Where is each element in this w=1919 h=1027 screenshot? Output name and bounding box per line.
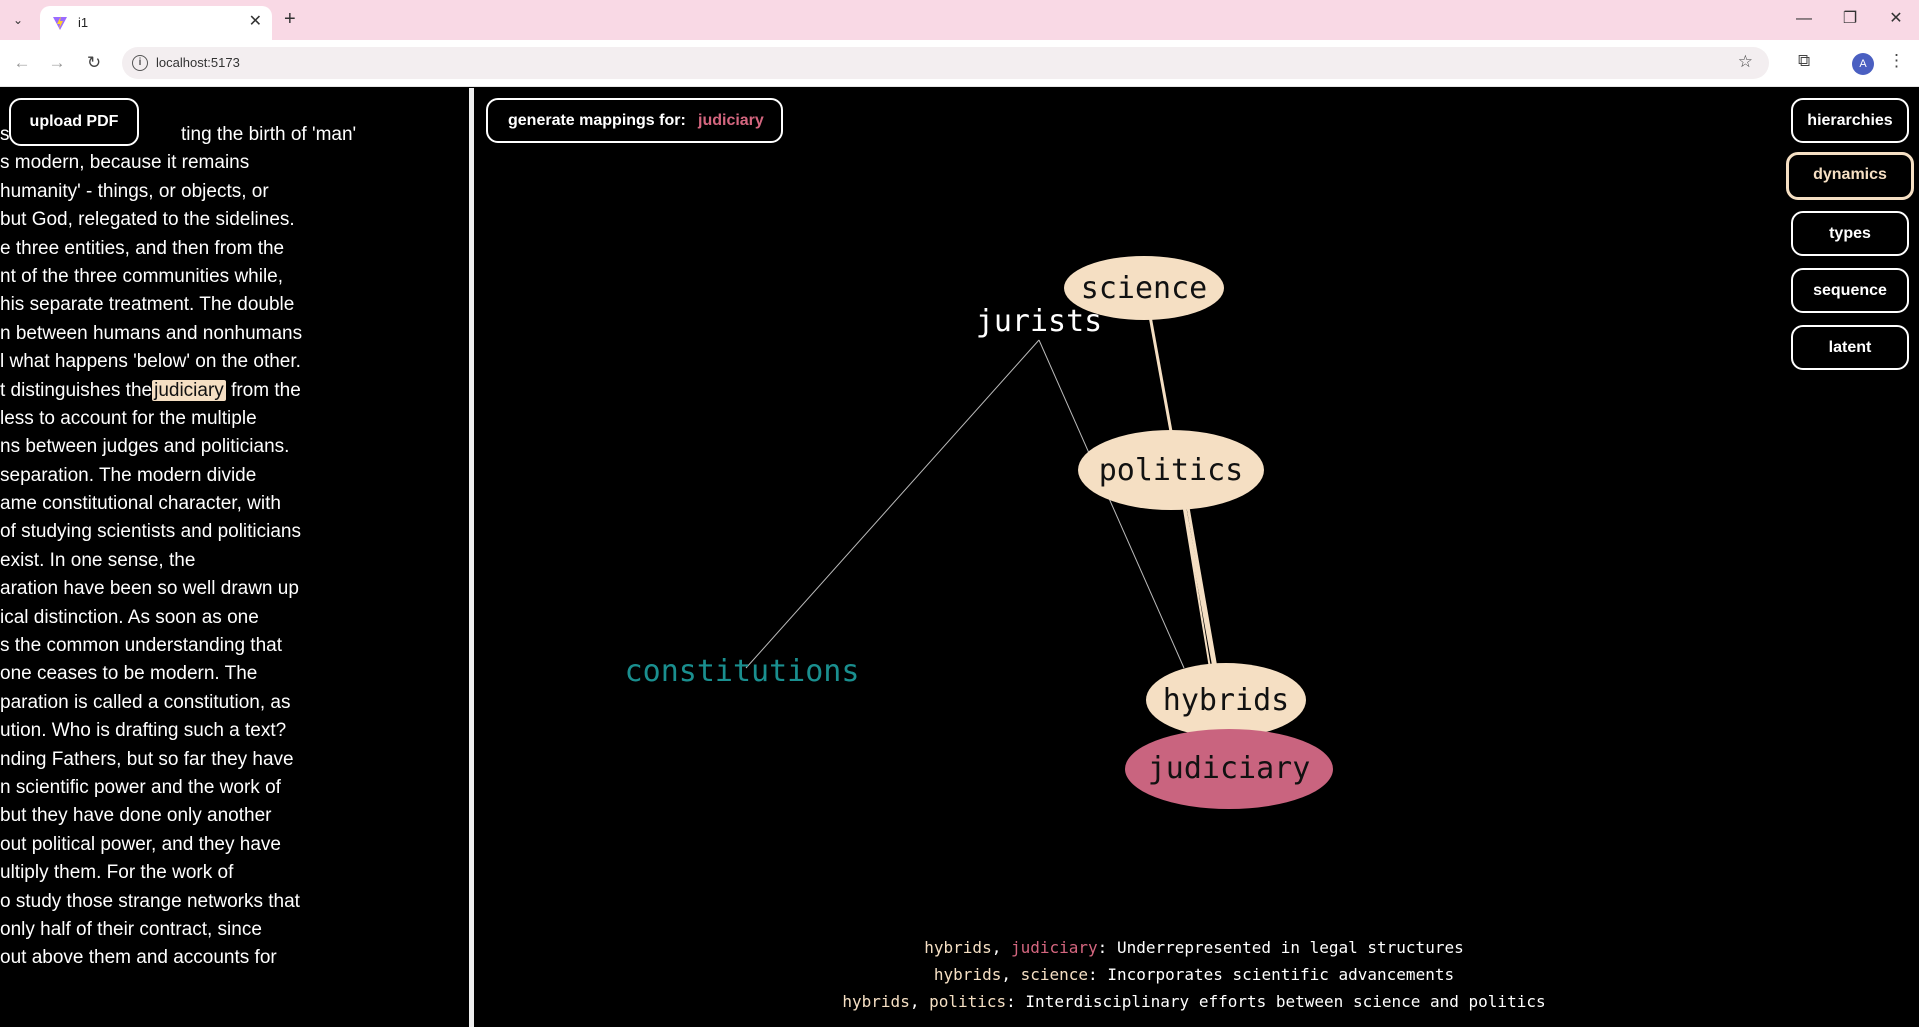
restore-icon[interactable]: ❐ — [1838, 8, 1862, 30]
document-line: humanity' - things, or objects, or — [0, 180, 269, 202]
mode-hierarchies-button[interactable]: hierarchies — [1791, 98, 1909, 143]
extensions-icon[interactable]: ⧉ — [1798, 51, 1810, 71]
document-line: s modern, because it remains — [0, 152, 250, 174]
browser-tab[interactable]: i1 ✕ — [40, 6, 272, 40]
document-line-before: t distinguishes the — [0, 379, 153, 401]
node-judiciary-label: judiciary — [1148, 751, 1311, 786]
mode-dynamics-button[interactable]: dynamics — [1786, 152, 1914, 200]
document-line: exist. In one sense, the — [0, 549, 196, 571]
relation-colon: : — [1097, 938, 1117, 957]
node-hybrids[interactable]: hybrids — [1146, 663, 1306, 737]
relation-description: Incorporates scientific advancements — [1107, 965, 1455, 984]
browser-tabbar: ⌄ i1 ✕ + — ❐ ✕ — [0, 0, 1919, 40]
document-line: n scientific power and the work of — [0, 776, 281, 798]
document-line: l what happens 'below' on the other. — [0, 351, 301, 373]
node-judiciary[interactable]: judiciary — [1125, 729, 1333, 809]
document-line: ical distinction. As soon as one — [0, 606, 259, 628]
node-jurists[interactable]: jurists — [976, 304, 1102, 339]
document-line: only half of their contract, since — [0, 918, 262, 940]
document-line: s the common understanding that — [0, 635, 283, 657]
document-line: aration have been so well drawn up — [0, 578, 299, 600]
concept-graph: science jurists politics constitutions h… — [625, 256, 1333, 809]
document-line: ns between judges and politicians. — [0, 436, 290, 458]
relation-term-a: hybrids — [924, 938, 992, 957]
node-hybrids-label: hybrids — [1163, 683, 1289, 718]
address-bar[interactable]: i localhost:5173 ☆ — [122, 47, 1769, 79]
relation-separator: , — [1001, 965, 1021, 984]
close-window-icon[interactable]: ✕ — [1884, 8, 1908, 30]
mode-sequence-button[interactable]: sequence — [1791, 268, 1909, 313]
document-line: e three entities, and then from the — [0, 237, 285, 259]
app-root: s ting the birth of 'man' s modern, becaus… — [0, 88, 1919, 1027]
tab-title: i1 — [78, 15, 89, 30]
document-line-tail: ting the birth of 'man' — [181, 124, 357, 145]
back-icon[interactable]: ← — [10, 51, 34, 75]
minimize-icon[interactable]: — — [1792, 8, 1816, 30]
relation-term-b: judiciary — [1010, 938, 1098, 957]
document-line: n between humans and nonhumans — [0, 322, 303, 344]
browser-toolbar: ← → ↻ i localhost:5173 ☆ ⧉ A ⋮ — [0, 40, 1919, 87]
mode-types-button[interactable]: types — [1791, 211, 1909, 256]
document-line: less to account for the multiple — [0, 407, 257, 429]
document-line: ultiply them. For the work of — [0, 862, 234, 884]
relation-row: hybrids, judiciary: Underrepresented in … — [924, 938, 1463, 957]
node-constitutions[interactable]: constitutions — [625, 654, 860, 689]
node-science-label: science — [1081, 271, 1207, 306]
document-line: o study those strange networks that — [0, 890, 300, 912]
mode-latent-button[interactable]: latent — [1791, 325, 1909, 370]
node-politics-label: politics — [1099, 453, 1244, 488]
browser-menu-icon[interactable]: ⋮ — [1888, 51, 1905, 71]
document-line: but they have done only another — [0, 805, 272, 827]
document-line: nding Fathers, but so far they have — [0, 748, 294, 770]
tab-list-chevron-icon[interactable]: ⌄ — [8, 10, 28, 30]
relation-term-a: hybrids — [933, 965, 1002, 984]
document-line: paration is called a constitution, as — [0, 691, 291, 713]
relation-description: Underrepresented in legal structures — [1116, 938, 1464, 957]
site-info-icon[interactable]: i — [132, 55, 148, 71]
relation-colon: : — [1088, 965, 1108, 984]
document-line: out above them and accounts for — [0, 947, 277, 969]
highlighted-term[interactable]: judiciary — [152, 379, 226, 401]
document-line: one ceases to be modern. The — [0, 663, 258, 685]
relation-colon: : — [1006, 992, 1026, 1011]
reload-icon[interactable]: ↻ — [82, 51, 106, 75]
document-line: of studying scientists and politicians — [0, 521, 301, 543]
relation-description: Interdisciplinary efforts between scienc… — [1025, 992, 1546, 1011]
relation-row: hybrids, science: Incorporates scientifi… — [934, 965, 1454, 984]
avatar[interactable]: A — [1852, 53, 1874, 75]
document-panel: s ting the birth of 'man' s modern, becaus… — [0, 88, 470, 1027]
relation-term-b: science — [1020, 965, 1089, 984]
document-line: his separate treatment. The double — [0, 294, 295, 316]
upload-pdf-button[interactable]: upload PDF — [9, 98, 139, 146]
document-text: s ting the birth of 'man' s modern, becaus… — [0, 121, 356, 973]
relation-separator: , — [909, 992, 930, 1011]
vite-favicon-icon — [53, 16, 67, 30]
document-line-after: from the — [225, 379, 301, 401]
relation-separator: , — [991, 938, 1011, 957]
document-line: out political power, and they have — [0, 833, 281, 855]
tab-close-icon[interactable]: ✕ — [249, 12, 262, 32]
document-line: t distinguishes the judiciary from the — [0, 377, 302, 405]
document-line: but God, relegated to the sidelines. — [0, 209, 295, 231]
edge-jurists-constitutions — [745, 339, 1040, 669]
document-line: separation. The modern divide — [0, 464, 257, 486]
node-politics[interactable]: politics — [1078, 430, 1264, 510]
document-line: ution. Who is drafting such a text? — [0, 720, 287, 742]
forward-icon[interactable]: → — [45, 51, 69, 75]
new-tab-icon[interactable]: + — [284, 8, 296, 30]
document-line: ame constitutional character, with — [0, 493, 281, 515]
bookmark-star-icon[interactable]: ☆ — [1738, 52, 1753, 72]
relation-term-a: hybrids — [842, 992, 910, 1011]
relation-row: hybrids, politics: Interdisciplinary eff… — [842, 992, 1545, 1011]
address-url[interactable]: localhost:5173 — [156, 55, 240, 70]
document-line: nt of the three communities while, — [0, 265, 284, 287]
relation-term-b: politics — [929, 992, 1007, 1011]
